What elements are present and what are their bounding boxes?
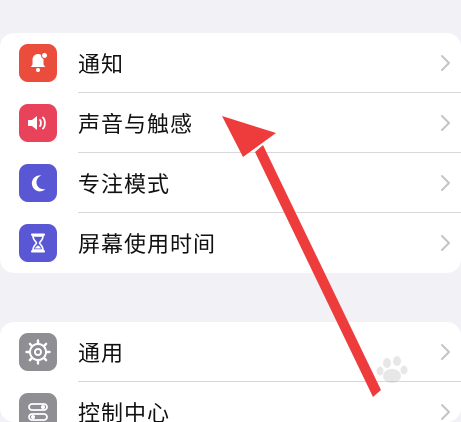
hourglass-icon: [31, 233, 45, 253]
settings-row-label: 控制中心: [78, 402, 171, 422]
speaker-icon: [28, 116, 46, 130]
chevron-right-icon: [441, 55, 450, 71]
bell-badge-icon: [30, 52, 48, 72]
settings-row-label: 声音与触感: [78, 113, 194, 138]
settings-row-label: 屏幕使用时间: [78, 233, 217, 258]
sounds-tile: [19, 104, 57, 142]
switches-icon: [28, 403, 48, 421]
chevron-right-icon: [441, 235, 450, 251]
settings-row-label: 专注模式: [78, 173, 171, 198]
settings-row-focus[interactable]: 专注模式: [0, 153, 461, 213]
control-center-tile: [19, 393, 57, 422]
chevron-right-icon: [441, 115, 450, 131]
gear-icon: [25, 339, 51, 365]
settings-row-sounds-haptics[interactable]: 声音与触感: [0, 93, 461, 153]
paw-logo-icon: [376, 356, 408, 383]
baidu-jingyan-watermark: [327, 355, 457, 397]
chevron-right-icon: [441, 404, 450, 420]
settings-row-label: 通用: [78, 342, 125, 367]
chevron-right-icon: [441, 175, 450, 191]
moon-icon: [31, 175, 46, 192]
focus-tile: [19, 164, 57, 202]
settings-row-label: 通知: [78, 53, 125, 78]
settings-group-1: 通知 声音与触感 专注模式 屏幕使用时间: [0, 33, 461, 273]
general-tile: [19, 333, 57, 371]
settings-row-notifications[interactable]: 通知: [0, 33, 461, 93]
notifications-tile: [19, 44, 57, 82]
screen-time-tile: [19, 224, 57, 262]
settings-row-screen-time[interactable]: 屏幕使用时间: [0, 213, 461, 273]
